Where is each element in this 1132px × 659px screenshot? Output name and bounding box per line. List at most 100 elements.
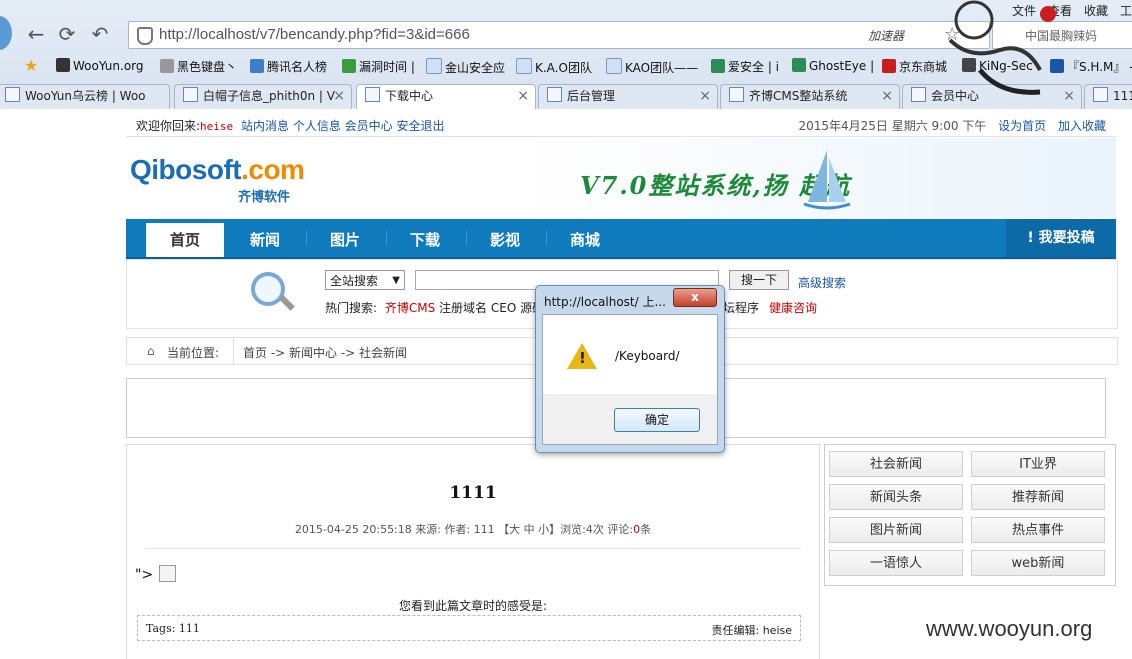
dialog-body: ! /Keyboard/	[542, 314, 718, 396]
tab-favicon-icon	[1093, 87, 1108, 102]
advanced-search-link[interactable]: 高级搜索	[798, 274, 846, 291]
undo-icon[interactable]: ↶	[88, 22, 112, 46]
browser-tab[interactable]: WooYun乌云榜 | Woo	[0, 84, 170, 109]
browser-tab[interactable]: 白帽子信息_phith0n | V ×	[174, 84, 352, 109]
browser-tab[interactable]: 1111	[1084, 84, 1132, 109]
category-button[interactable]: 社会新闻	[829, 451, 963, 477]
bookmark-icon	[342, 59, 356, 73]
bookmark-item[interactable]: 黑色键盘丶	[160, 58, 237, 75]
menu-tools[interactable]: 工	[1120, 2, 1132, 19]
bookmark-item[interactable]: 爱安全 | i	[711, 58, 779, 75]
hot-search-link[interactable]: 齐博CMS	[385, 301, 435, 315]
menu-favorites[interactable]: 收藏	[1084, 2, 1108, 19]
nav-home[interactable]: 首页	[146, 223, 224, 257]
category-button[interactable]: web新闻	[971, 550, 1105, 576]
nav-divider	[306, 231, 307, 245]
bookmark-item[interactable]: K.A.O团队	[516, 58, 592, 76]
bookmark-item[interactable]: 『S.H.M』 -	[1050, 58, 1132, 75]
hot-label: 热门搜索:	[325, 301, 378, 315]
refresh-icon[interactable]: ⟳	[55, 22, 79, 46]
nav-news[interactable]: 新闻	[250, 229, 280, 250]
add-favorite-link[interactable]: 加入收藏	[1058, 119, 1106, 133]
back-icon[interactable]: ←	[24, 22, 48, 46]
tab-close-icon[interactable]: ×	[699, 85, 711, 108]
username[interactable]: heise	[200, 120, 233, 133]
warning-icon: !	[567, 343, 597, 369]
welcome-text: 欢迎你回来:	[136, 119, 201, 133]
browser-logo-icon[interactable]	[0, 16, 12, 50]
hot-search-link[interactable]: 注册域名 CEO 源码	[435, 301, 544, 315]
bookmark-icon	[56, 58, 70, 72]
bookmark-item[interactable]: WooYun.org	[56, 58, 144, 73]
category-button[interactable]: 推荐新闻	[971, 484, 1105, 510]
bookmark-item[interactable]: GhostEye |	[792, 58, 874, 73]
divider	[145, 548, 801, 549]
site-topbar: 欢迎你回来:heise 站内消息 个人信息 会员中心 安全退出 2015年4月2…	[126, 110, 1116, 137]
browser-tab-active[interactable]: 下载中心 ×	[356, 84, 536, 109]
site-header: Qibosoft.com 齐博软件 V7.0整站系统,扬 起航	[126, 138, 1116, 218]
nav-downloads[interactable]: 下载	[410, 229, 440, 250]
category-button[interactable]: 一语惊人	[829, 550, 963, 576]
site-logo[interactable]: Qibosoft.com	[130, 154, 305, 186]
breadcrumb-label: 当前位置:	[167, 346, 220, 360]
tab-close-icon[interactable]: ×	[517, 85, 529, 108]
hot-search-link[interactable]: 坛程序	[723, 299, 759, 316]
category-button[interactable]: 图片新闻	[829, 517, 963, 543]
category-button[interactable]: 热点事件	[971, 517, 1105, 543]
tab-favicon-icon	[183, 87, 198, 102]
browser-tab[interactable]: 后台管理 ×	[538, 84, 718, 109]
search-button[interactable]: 搜一下	[729, 270, 789, 290]
dialog-footer: 确定	[542, 394, 718, 445]
bookmark-item[interactable]: KAO团队——	[606, 58, 698, 76]
bookmark-icon	[711, 59, 725, 73]
favorites-star-icon[interactable]: ★	[24, 56, 38, 75]
search-scope-select[interactable]: 全站搜索 ▼	[325, 270, 405, 290]
tab-favicon-icon	[911, 87, 926, 102]
broken-image-icon	[159, 565, 176, 582]
nav-video[interactable]: 影视	[490, 229, 520, 250]
ok-button[interactable]: 确定	[614, 408, 700, 432]
bookmark-icon	[160, 59, 174, 73]
tab-close-icon[interactable]: ×	[333, 85, 345, 108]
article-panel: 1111 2015-04-25 20:55:18 来源: 作者: 111 【大 …	[126, 444, 820, 659]
magnifier-handle	[279, 295, 295, 311]
tab-favicon-icon	[365, 87, 380, 102]
bookmark-icon	[882, 59, 896, 73]
contribute-button[interactable]: ! 我要投稿	[1006, 219, 1116, 257]
bookmark-item[interactable]: 漏洞时间 |	[342, 58, 415, 75]
address-bar[interactable]: http://localhost/v7/bencandy.php?fid=3&i…	[128, 21, 990, 49]
alert-dialog: http://localhost/ 上... x ! /Keyboard/ 确定	[535, 285, 725, 453]
bookmark-item[interactable]: 腾讯名人榜	[250, 58, 327, 75]
tab-favicon-icon	[547, 87, 562, 102]
chevron-down-icon: ▼	[392, 275, 400, 286]
tab-favicon-icon	[729, 87, 744, 102]
home-icon: ⌂	[147, 344, 155, 358]
bookmark-item[interactable]: 金山安全应	[426, 58, 505, 76]
breadcrumb-path[interactable]: 首页 -> 新闻中心 -> 社会新闻	[243, 344, 407, 361]
dialog-close-button[interactable]: x	[673, 288, 717, 307]
category-button[interactable]: 新闻头条	[829, 484, 963, 510]
reaction-prompt: 您看到此篇文章时的感受是:	[398, 599, 548, 613]
accelerator-button[interactable]: 加速器	[868, 27, 904, 44]
tags-row: Tags: 111 责任编辑: heise	[137, 615, 801, 641]
nav-mall[interactable]: 商城	[570, 229, 600, 250]
tab-close-icon[interactable]: ×	[881, 85, 893, 108]
hot-search-link[interactable]: 健康咨询	[769, 299, 817, 316]
article-title: 1111	[449, 483, 497, 503]
logo-subtitle: 齐博软件	[238, 190, 291, 205]
bookmark-icon	[792, 58, 806, 72]
bookmark-icon	[606, 58, 622, 74]
nav-photos[interactable]: 图片	[330, 229, 360, 250]
set-home-link[interactable]: 设为首页	[998, 119, 1046, 133]
article-body-text: ">	[135, 567, 154, 583]
browser-chrome: ← ⟳ ↶ http://localhost/v7/bencandy.php?f…	[0, 0, 1132, 109]
article-tags[interactable]: Tags: 111	[146, 622, 200, 635]
category-button[interactable]: IT业界	[971, 451, 1105, 477]
user-links[interactable]: 站内消息 个人信息 会员中心 安全退出	[241, 119, 444, 133]
dialog-message: /Keyboard/	[615, 349, 680, 363]
browser-tab[interactable]: 齐博CMS整站系统 ×	[720, 84, 900, 109]
nav-divider	[466, 231, 467, 245]
article-meta: 2015-04-25 20:55:18 来源: 作者: 111 【大 中 小】浏…	[294, 523, 652, 536]
tab-close-icon[interactable]: ×	[1063, 85, 1075, 108]
decorative-doodle-icon	[948, 0, 1056, 95]
